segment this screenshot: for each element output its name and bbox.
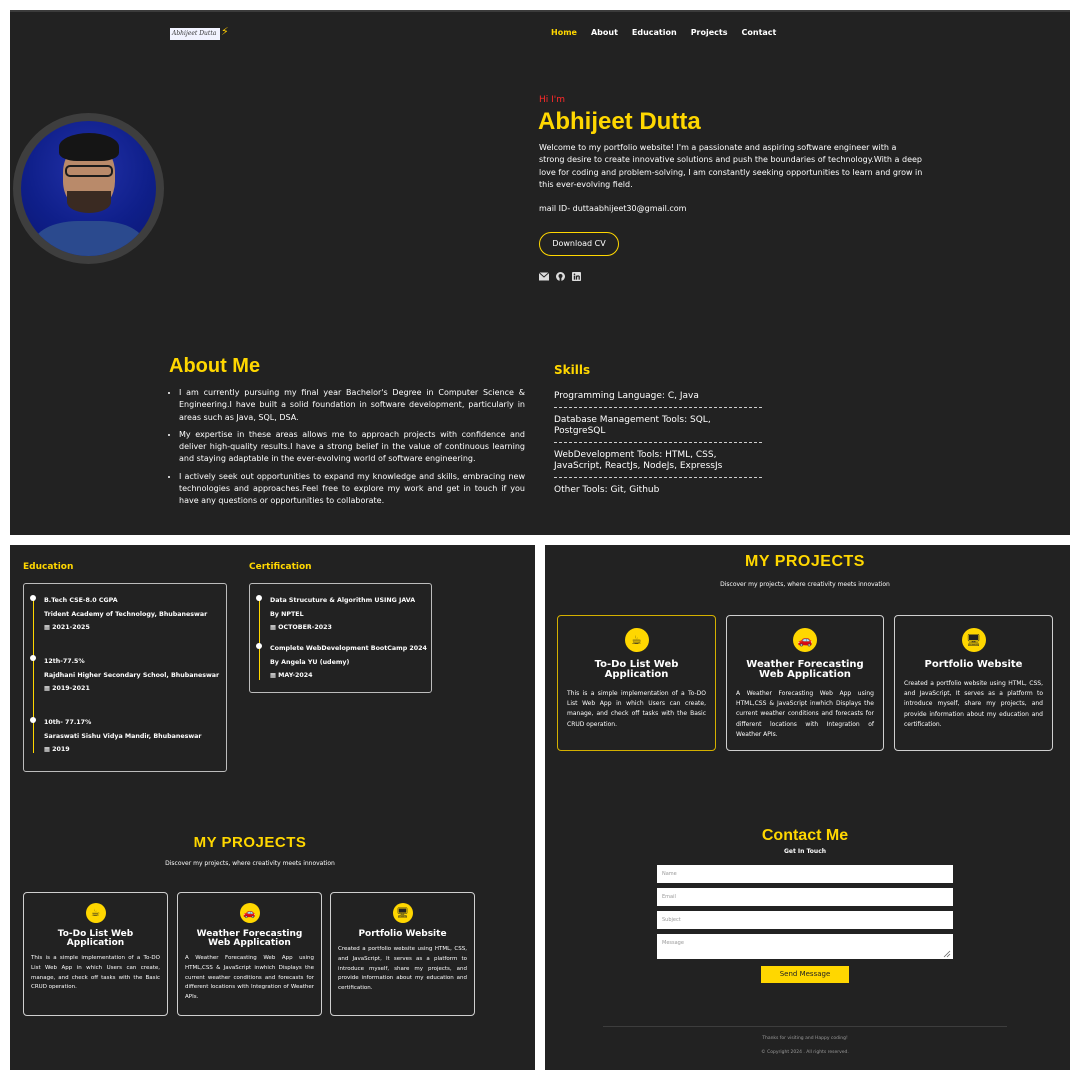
education-entry: B.Tech CSE-8.0 CGPA Trident Academy of T… <box>44 597 208 631</box>
footer-thanks: Thanks for visiting and Happy coding! <box>762 1036 848 1041</box>
intro-text: Welcome to my portfolio website! I'm a p… <box>539 143 923 189</box>
send-message-button[interactable]: Send Message <box>761 966 849 983</box>
nav-about[interactable]: About <box>591 28 618 37</box>
monitor-icon: 🖥 <box>961 628 986 652</box>
skills-title: Skills <box>554 363 591 377</box>
nav-home[interactable]: Home <box>551 28 577 37</box>
about-point: My expertise in these areas allows me to… <box>179 429 525 466</box>
hero-about-panel: Abhijeet Dutta ⚡ Home About Education Pr… <box>10 10 1070 535</box>
envelope-icon[interactable] <box>539 272 549 281</box>
about-point: I am currently pursuing my final year Ba… <box>179 387 525 424</box>
projects-subtitle: Discover my projects, where creativity m… <box>165 860 335 867</box>
project-card-portfolio[interactable]: 🖥 Portfolio Website Created a portfolio … <box>330 892 475 1016</box>
projects-title: MY PROJECTS <box>745 553 865 570</box>
logo[interactable]: Abhijeet Dutta <box>170 28 220 40</box>
certification-entry: Data Strucuture & Algorithm USING JAVA B… <box>270 597 416 631</box>
project-card-weather[interactable]: 🚗 Weather Forecasting Web Application A … <box>726 615 884 751</box>
project-card-todo[interactable]: ☕ To-Do List Web Application This is a s… <box>557 615 716 751</box>
car-icon: 🚗 <box>239 903 260 923</box>
skill-item: WebDevelopment Tools: HTML, CSS, JavaScr… <box>554 449 762 478</box>
education-entry: 10th- 77.17% Saraswati Sishu Vidya Mandi… <box>44 719 202 753</box>
nav-education[interactable]: Education <box>632 28 677 37</box>
project-card-weather[interactable]: 🚗 Weather Forecasting Web Application A … <box>177 892 322 1016</box>
skill-item: Programming Language: C, Java <box>554 390 762 408</box>
resize-handle-icon[interactable] <box>943 950 951 958</box>
download-cv-button[interactable]: Download CV <box>539 232 619 256</box>
about-title: About Me <box>169 355 261 377</box>
greeting: Hi I'm <box>539 95 566 105</box>
education-entry: 12th-77.5% Rajdhani Higher Secondary Sch… <box>44 658 220 692</box>
monitor-icon: 🖥 <box>392 903 413 923</box>
car-icon: 🚗 <box>793 628 817 652</box>
coffee-icon: ☕ <box>85 903 106 923</box>
github-icon[interactable] <box>556 272 565 281</box>
certification-timeline: Data Strucuture & Algorithm USING JAVA B… <box>249 583 432 693</box>
education-projects-panel: Education B.Tech CSE-8.0 CGPA Trident Ac… <box>10 545 535 1070</box>
email-field[interactable]: Email <box>657 888 953 906</box>
about-list: I am currently pursuing my final year Ba… <box>169 387 525 513</box>
skill-item: Database Management Tools: SQL, PostgreS… <box>554 414 762 443</box>
about-point: I actively seek out opportunities to exp… <box>179 471 525 508</box>
contact-subtitle: Get In Touch <box>783 848 827 855</box>
education-timeline: B.Tech CSE-8.0 CGPA Trident Academy of T… <box>23 583 227 772</box>
skills-list: Programming Language: C, Java Database M… <box>554 390 762 506</box>
hero-name: Abhijeet Dutta <box>538 108 701 135</box>
footer-divider <box>603 1026 1007 1027</box>
coffee-icon: ☕ <box>624 628 649 652</box>
main-nav: Home About Education Projects Contact <box>551 28 776 37</box>
calendar-icon: ▦ <box>44 685 53 692</box>
projects-contact-panel: MY PROJECTS Discover my projects, where … <box>545 545 1070 1070</box>
avatar <box>21 121 156 256</box>
calendar-icon: ▦ <box>44 746 53 753</box>
message-field[interactable]: Message <box>657 934 953 959</box>
bolt-icon: ⚡ <box>221 25 229 38</box>
footer-copyright: © Copyright 2024 . All rights reserved. <box>761 1050 849 1055</box>
nav-contact[interactable]: Contact <box>742 28 777 37</box>
projects-subtitle: Discover my projects, where creativity m… <box>720 581 890 588</box>
skill-item: Other Tools: Git, Github <box>554 484 660 495</box>
education-title: Education <box>23 562 74 572</box>
project-card-todo[interactable]: ☕ To-Do List Web Application This is a s… <box>23 892 168 1016</box>
social-links <box>539 272 581 281</box>
mail-id: mail ID- duttaabhijeet30@gmail.com <box>539 204 687 213</box>
subject-field[interactable]: Subject <box>657 911 953 929</box>
nav-projects[interactable]: Projects <box>691 28 728 37</box>
projects-title: MY PROJECTS <box>193 834 307 851</box>
name-field[interactable]: Name <box>657 865 953 883</box>
calendar-icon: ▦ <box>270 624 279 631</box>
project-card-portfolio[interactable]: 🖥 Portfolio Website Created a portfolio … <box>894 615 1053 751</box>
linkedin-icon[interactable] <box>572 272 581 281</box>
certification-entry: Complete WebDevelopment BootCamp 2024 By… <box>270 645 427 679</box>
certification-title: Certification <box>249 562 312 572</box>
calendar-icon: ▦ <box>270 672 279 679</box>
contact-title: Contact Me <box>761 827 849 844</box>
calendar-icon: ▦ <box>44 624 53 631</box>
